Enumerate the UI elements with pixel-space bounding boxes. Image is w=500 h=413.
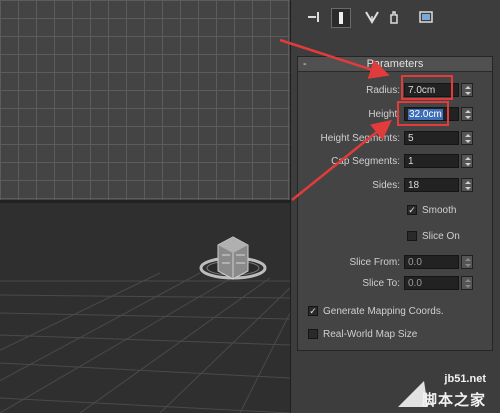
sides-row: Sides: 18 [298, 178, 492, 194]
cap-segments-label: Cap Segments: [331, 156, 400, 167]
top-viewport[interactable] [0, 0, 290, 200]
create-icon[interactable] [305, 8, 323, 26]
display-icon[interactable] [417, 8, 435, 26]
real-world-row[interactable]: Real-World Map Size [298, 327, 492, 343]
radius-label: Radius: [366, 85, 400, 96]
gen-mapping-checkbox[interactable]: ✓ [308, 306, 318, 316]
gen-mapping-label: Generate Mapping Coords. [323, 306, 444, 317]
parameters-rollout: - Parameters Radius: 7.0cm Height: 32.0c… [297, 56, 493, 351]
cap-segments-field[interactable]: 1 [404, 154, 459, 168]
slice-from-value: 0.0 [408, 257, 422, 268]
slice-from-field[interactable]: 0.0 [404, 255, 459, 269]
perspective-viewport[interactable] [0, 203, 290, 413]
slice-from-label: Slice From: [349, 257, 400, 268]
slice-to-value: 0.0 [408, 278, 422, 289]
gen-mapping-row[interactable]: ✓ Generate Mapping Coords. [298, 304, 492, 320]
command-panel: - Parameters Radius: 7.0cm Height: 32.0c… [290, 0, 500, 413]
radius-row: Radius: 7.0cm [298, 83, 492, 99]
watermark-url: jb51.net [444, 373, 486, 385]
sides-label: Sides: [372, 180, 400, 191]
modify-icon[interactable] [331, 8, 351, 28]
height-segments-spinner[interactable] [461, 131, 473, 145]
height-highlight-box [397, 101, 449, 126]
height-spinner[interactable] [461, 107, 473, 121]
real-world-checkbox[interactable] [308, 329, 318, 339]
height-segments-row: Height Segments: 5 [298, 131, 492, 147]
cap-segments-spinner[interactable] [461, 154, 473, 168]
slice-from-row: Slice From: 0.0 [298, 255, 492, 271]
cap-segments-row: Cap Segments: 1 [298, 154, 492, 170]
slice-on-checkbox[interactable] [407, 231, 417, 241]
rollout-title: Parameters [366, 58, 424, 70]
cap-segments-value: 1 [408, 156, 414, 167]
smooth-checkbox[interactable]: ✓ [407, 205, 417, 215]
cylinder-object[interactable] [0, 203, 290, 413]
slice-to-spinner[interactable] [461, 276, 473, 290]
sides-field[interactable]: 18 [404, 178, 459, 192]
smooth-label: Smooth [422, 205, 457, 216]
slice-to-field[interactable]: 0.0 [404, 276, 459, 290]
rollout-header[interactable]: - Parameters [298, 57, 492, 72]
slice-from-spinner[interactable] [461, 255, 473, 269]
slice-to-label: Slice To: [362, 278, 400, 289]
height-label: Height: [368, 109, 400, 120]
watermark-cn: 脚本之家 [421, 392, 486, 409]
slice-to-row: Slice To: 0.0 [298, 276, 492, 292]
motion-icon[interactable] [385, 8, 403, 26]
sides-spinner[interactable] [461, 178, 473, 192]
radius-spinner[interactable] [461, 83, 473, 97]
height-segments-label: Height Segments: [320, 133, 401, 144]
watermark: jb51.net 脚本之家 [398, 371, 490, 411]
slice-on-row[interactable]: Slice On [298, 229, 492, 245]
radius-highlight-box [401, 75, 453, 100]
slice-on-label: Slice On [422, 231, 460, 242]
height-segments-field[interactable]: 5 [404, 131, 459, 145]
real-world-label: Real-World Map Size [323, 329, 418, 340]
hierarchy-icon[interactable] [363, 8, 381, 26]
sides-value: 18 [408, 180, 420, 191]
command-panel-toolbar [291, 0, 500, 36]
smooth-row[interactable]: ✓ Smooth [298, 203, 492, 219]
height-row: Height: 32.0cm [298, 107, 492, 123]
height-segments-value: 5 [408, 133, 414, 144]
